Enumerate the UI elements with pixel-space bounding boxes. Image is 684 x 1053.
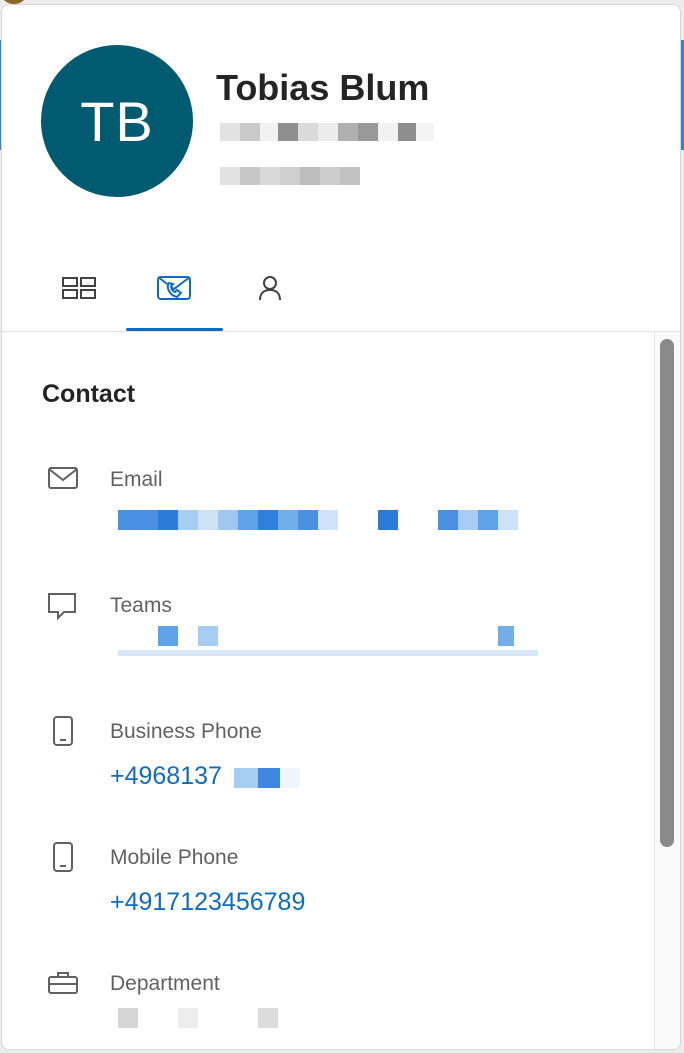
business-phone-redacted (234, 768, 300, 788)
mobile-phone-label: Mobile Phone (110, 846, 239, 869)
business-phone-value[interactable]: +4968137 (110, 762, 222, 791)
teams-value-redacted[interactable] (118, 626, 514, 646)
redacted-subtitle (220, 167, 360, 185)
email-label: Email (110, 468, 163, 491)
department-label: Department (110, 972, 220, 995)
avatar: TB (41, 45, 193, 197)
profile-card: TB Tobias Blum Contact Email Teams Busin… (1, 4, 681, 1050)
profile-name: Tobias Blum (216, 67, 430, 108)
phone-icon (53, 842, 73, 872)
avatar-initials: TB (80, 89, 154, 153)
contact-card-icon (157, 276, 191, 300)
contact-panel: Contact Email Teams Business Phone +4968… (2, 332, 680, 1049)
teams-value-redacted-line (118, 650, 538, 656)
department-value-redacted (118, 1008, 278, 1028)
scrollbar-thumb[interactable] (660, 339, 674, 847)
business-phone-label: Business Phone (110, 720, 262, 743)
teams-label: Teams (110, 594, 172, 617)
phone-icon (53, 716, 73, 746)
tab-organization[interactable] (222, 245, 318, 331)
mail-icon (48, 467, 78, 489)
mobile-phone-value[interactable]: +4917123456789 (110, 888, 305, 917)
tab-overview[interactable] (31, 245, 127, 331)
overview-grid-icon (62, 277, 96, 299)
contact-email: Email (2, 464, 642, 574)
person-icon (259, 276, 281, 301)
contact-mobile-phone: Mobile Phone +4917123456789 (2, 842, 642, 952)
contact-teams: Teams (2, 590, 642, 700)
profile-tabs (2, 245, 680, 331)
contact-business-phone: Business Phone +4968137 (2, 716, 642, 826)
contact-department: Department (2, 968, 642, 1049)
briefcase-icon (48, 972, 78, 994)
redacted-title (220, 123, 434, 141)
profile-header: TB Tobias Blum (2, 5, 680, 331)
section-title: Contact (42, 380, 136, 408)
email-value-redacted[interactable] (118, 510, 518, 530)
tab-contact[interactable] (126, 245, 222, 331)
chat-icon (48, 593, 76, 620)
